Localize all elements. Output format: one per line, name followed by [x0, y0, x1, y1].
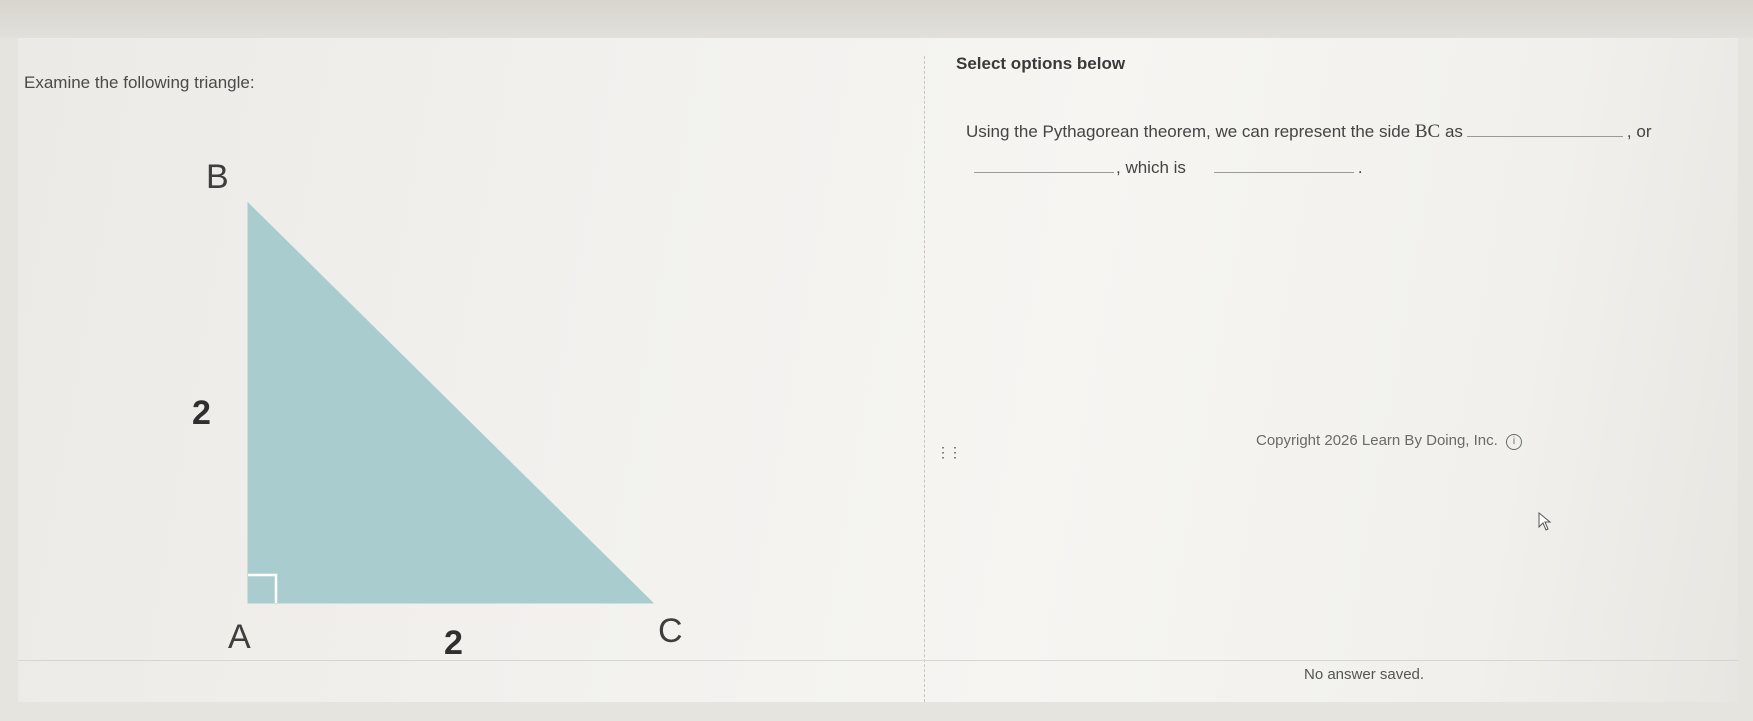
top-strip — [0, 0, 1753, 38]
save-status: No answer saved. — [1304, 666, 1425, 683]
sentence-part-5: . — [1357, 158, 1363, 177]
question-panel: Examine the following triangle: B A C 2 … — [18, 38, 922, 702]
triangle-figure: B A C 2 2 — [192, 158, 683, 658]
side-label-ac: 2 — [444, 624, 463, 658]
sentence-part-2: as — [1440, 122, 1463, 141]
sentence-part-4: , which is — [1116, 158, 1186, 177]
vertex-label-b: B — [206, 158, 229, 196]
answer-heading: Select options below — [956, 54, 1126, 73]
vertex-label-c: C — [658, 612, 683, 650]
side-name: BC — [1414, 121, 1441, 142]
copyright-text: Copyright 2026 Learn By Doing, Inc. — [1256, 432, 1498, 449]
fill-in-sentence: Using the Pythagorean theorem, we can re… — [966, 114, 1726, 186]
answer-dropdown-3[interactable] — [1213, 154, 1354, 173]
right-triangle — [247, 201, 655, 604]
answer-dropdown-2[interactable] — [974, 154, 1114, 173]
mouse-pointer-icon — [1538, 512, 1552, 531]
vertex-label-a: A — [228, 618, 251, 656]
answer-panel: Select options below Using the Pythagore… — [948, 38, 1738, 702]
question-prompt: Examine the following triangle: — [24, 73, 255, 92]
side-label-ab: 2 — [192, 394, 211, 432]
assessment-screen: Examine the following triangle: B A C 2 … — [18, 38, 1738, 702]
sentence-part-1: Using the Pythagorean theorem, we can re… — [966, 122, 1415, 141]
answer-dropdown-1[interactable] — [1466, 118, 1623, 137]
copyright-notice: Copyright 2026 Learn By Doing, Inc. i — [1256, 432, 1522, 450]
info-icon[interactable]: i — [1505, 434, 1522, 450]
sentence-part-3: , or — [1626, 122, 1652, 141]
footer-divider — [18, 660, 1738, 661]
panel-divider — [924, 56, 925, 702]
